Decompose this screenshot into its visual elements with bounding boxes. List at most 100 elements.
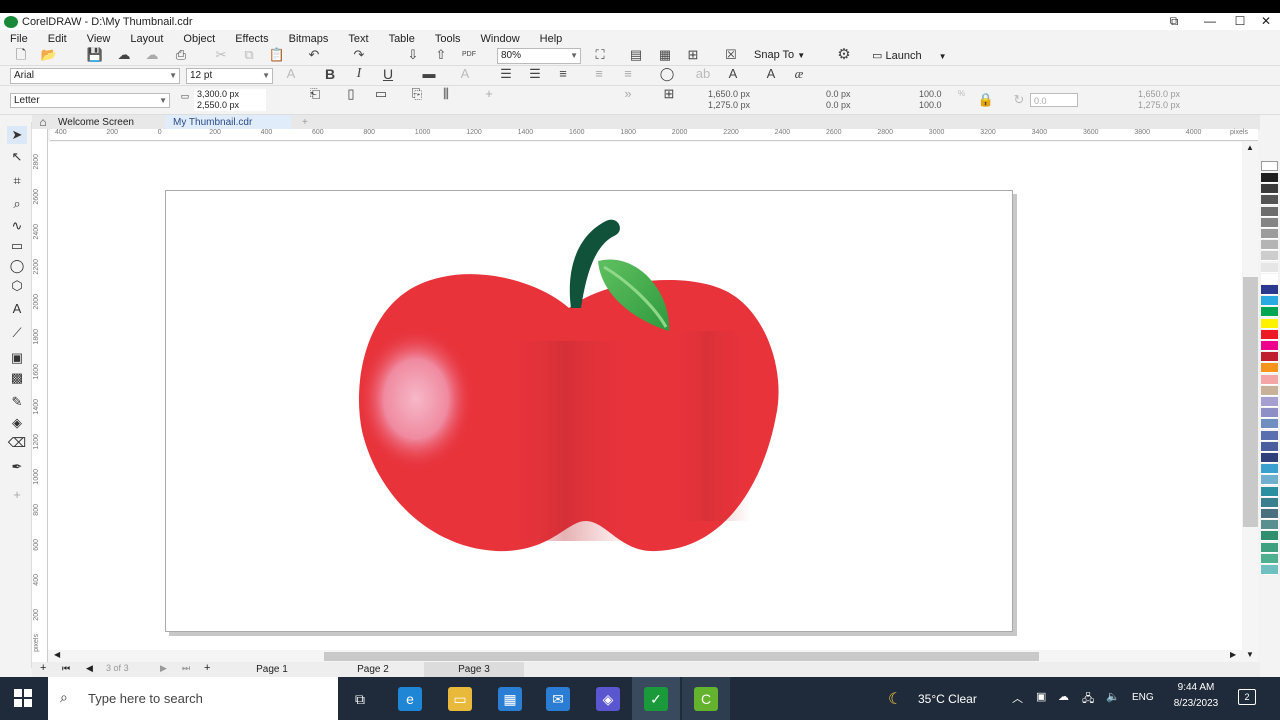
menu-bitmaps[interactable]: Bitmaps (279, 33, 339, 45)
add-icon[interactable]: + (480, 86, 498, 102)
color-swatch[interactable] (1261, 486, 1278, 497)
italic-button[interactable]: I (350, 66, 368, 82)
color-swatch[interactable] (1261, 296, 1278, 307)
show-hidden-icons-icon[interactable]: ︿ (1012, 690, 1023, 706)
close-button[interactable]: ✕ (1250, 13, 1280, 30)
pick-tool-icon[interactable]: ➤ (7, 126, 27, 144)
x-position-field[interactable]: 1,650.0 px (705, 89, 785, 100)
scale-x-field[interactable]: 100.0 (916, 89, 956, 100)
color-swatch[interactable] (1261, 206, 1278, 217)
cloud-upload-icon[interactable]: ☁ (115, 47, 133, 63)
cut-icon[interactable]: ✂ (212, 47, 230, 63)
text-frame-icon[interactable]: ab (694, 66, 712, 82)
last-page-icon[interactable]: ⏭ (182, 663, 190, 674)
clock-time[interactable]: 9:44 AM (1168, 682, 1224, 693)
bleed-icon[interactable]: ⫼ (437, 86, 455, 102)
horizontal-scroll-thumb[interactable] (324, 652, 1039, 661)
export-icon[interactable]: ⇧ (432, 47, 450, 63)
menu-window[interactable]: Window (471, 33, 530, 45)
color-swatch[interactable] (1261, 408, 1278, 419)
more-options-icon[interactable]: » (619, 86, 637, 102)
curve-tool-icon[interactable]: ∿ (7, 217, 27, 235)
current-page-icon[interactable]: ⎘ (408, 86, 426, 102)
show-rulers-icon[interactable]: ▤ (627, 47, 645, 63)
ellipse-tool-icon[interactable]: ◯ (7, 257, 27, 275)
scroll-down-icon[interactable]: ▼ (1246, 650, 1254, 659)
menu-view[interactable]: View (77, 33, 121, 45)
character-format-icon[interactable]: A (456, 66, 474, 82)
minimize-button[interactable]: — (1194, 13, 1226, 30)
color-swatch[interactable] (1261, 497, 1278, 508)
color-swatch[interactable] (1261, 352, 1278, 363)
print-icon[interactable]: ⎙ (172, 47, 190, 63)
underline-button[interactable]: U (379, 66, 397, 82)
bold-button[interactable]: B (321, 66, 339, 82)
vertical-ruler[interactable]: 2800 2600 2400 2200 2000 1800 1600 1400 1200 1000… (32, 129, 48, 662)
color-swatch[interactable] (1261, 475, 1278, 486)
corel-capture-taskbar-button[interactable]: C (682, 677, 730, 720)
cloud-download-icon[interactable]: ☁ (143, 47, 161, 63)
windows-start-icon[interactable] (14, 689, 32, 707)
color-swatch[interactable] (1261, 217, 1278, 228)
import-icon[interactable]: ⇩ (404, 47, 422, 63)
color-swatch[interactable] (1261, 385, 1278, 396)
apple-illustration[interactable] (166, 191, 1014, 633)
cloud-icon[interactable]: ☁ (1058, 690, 1069, 703)
zoom-tool-icon[interactable]: ⌕ (7, 195, 27, 213)
notification-icon[interactable]: 2 (1238, 689, 1256, 705)
color-swatch[interactable] (1261, 262, 1278, 273)
text-tool-icon[interactable]: A (7, 300, 27, 318)
full-screen-icon[interactable]: ⛶ (591, 47, 609, 63)
page-tab-3[interactable]: Page 3 (424, 662, 524, 677)
increase-indent-icon[interactable]: ≡ (619, 66, 637, 82)
color-swatch[interactable] (1261, 195, 1278, 206)
color-swatch[interactable] (1261, 531, 1278, 542)
color-swatch[interactable] (1261, 430, 1278, 441)
color-swatch[interactable] (1261, 553, 1278, 564)
lock-ratio-icon[interactable]: 🔒 (977, 92, 995, 108)
show-grid-icon[interactable]: ▦ (656, 47, 674, 63)
new-document-icon[interactable]: 🗋 (12, 47, 30, 63)
y-position-field[interactable]: 1,275.0 px (705, 100, 785, 111)
copy-icon[interactable]: ⧉ (240, 47, 258, 63)
color-swatch[interactable] (1261, 453, 1278, 463)
color-swatch[interactable] (1261, 464, 1278, 475)
color-swatch[interactable] (1261, 374, 1278, 385)
task-view-icon[interactable]: ⧉ (348, 687, 372, 711)
crop-tool-icon[interactable]: ⌗ (7, 172, 27, 190)
taskbar-search-box[interactable]: ⌕ Type here to search (48, 677, 338, 720)
nudge-x-field[interactable]: 0.0 px (823, 89, 908, 100)
color-swatch[interactable] (1261, 251, 1278, 262)
eyedropper-tool-icon[interactable]: ✎ (7, 393, 27, 411)
network-icon[interactable]: 🖧 (1082, 690, 1094, 709)
drawing-canvas[interactable] (48, 142, 1242, 662)
color-swatch[interactable] (1261, 240, 1278, 251)
volume-icon[interactable]: 🔈 (1106, 690, 1120, 703)
meet-now-icon[interactable]: ▣ (1036, 690, 1046, 703)
color-swatch[interactable] (1261, 285, 1278, 295)
color-swatch[interactable] (1261, 341, 1278, 351)
glyph-icon[interactable]: æ (790, 66, 808, 82)
nudge-y-field[interactable]: 0.0 px (823, 100, 908, 111)
color-swatch[interactable] (1261, 565, 1278, 575)
add-tool-icon[interactable]: + (7, 486, 27, 504)
font-select[interactable]: Arial ▼ (10, 68, 180, 84)
page-tab-2[interactable]: Page 2 (323, 662, 423, 677)
power-automate-icon[interactable]: ◈ (596, 687, 620, 711)
text-style-icon[interactable]: A (282, 66, 300, 82)
launch-button[interactable]: ▭ Launch ▼ (872, 49, 947, 62)
weather-text[interactable]: 35°C Clear (918, 692, 977, 706)
add-page-after-icon[interactable]: + (204, 662, 210, 674)
size-width-field[interactable]: 1,650.0 px (1135, 89, 1215, 100)
color-swatch[interactable] (1261, 184, 1278, 195)
document-page[interactable] (165, 190, 1013, 632)
menu-layout[interactable]: Layout (120, 33, 173, 45)
page-width-field[interactable]: 3,300.0 px (194, 89, 266, 100)
page-tab-1[interactable]: Page 1 (222, 662, 322, 677)
menu-object[interactable]: Object (173, 33, 225, 45)
color-swatch[interactable] (1261, 363, 1278, 374)
color-swatch[interactable] (1261, 419, 1278, 430)
menu-text[interactable]: Text (338, 33, 378, 45)
color-swatch[interactable] (1261, 318, 1278, 329)
horizontal-ruler[interactable]: 400 200 0 200 400 600 800 1000 1200 1400 1600 1800 2… (50, 129, 1258, 141)
